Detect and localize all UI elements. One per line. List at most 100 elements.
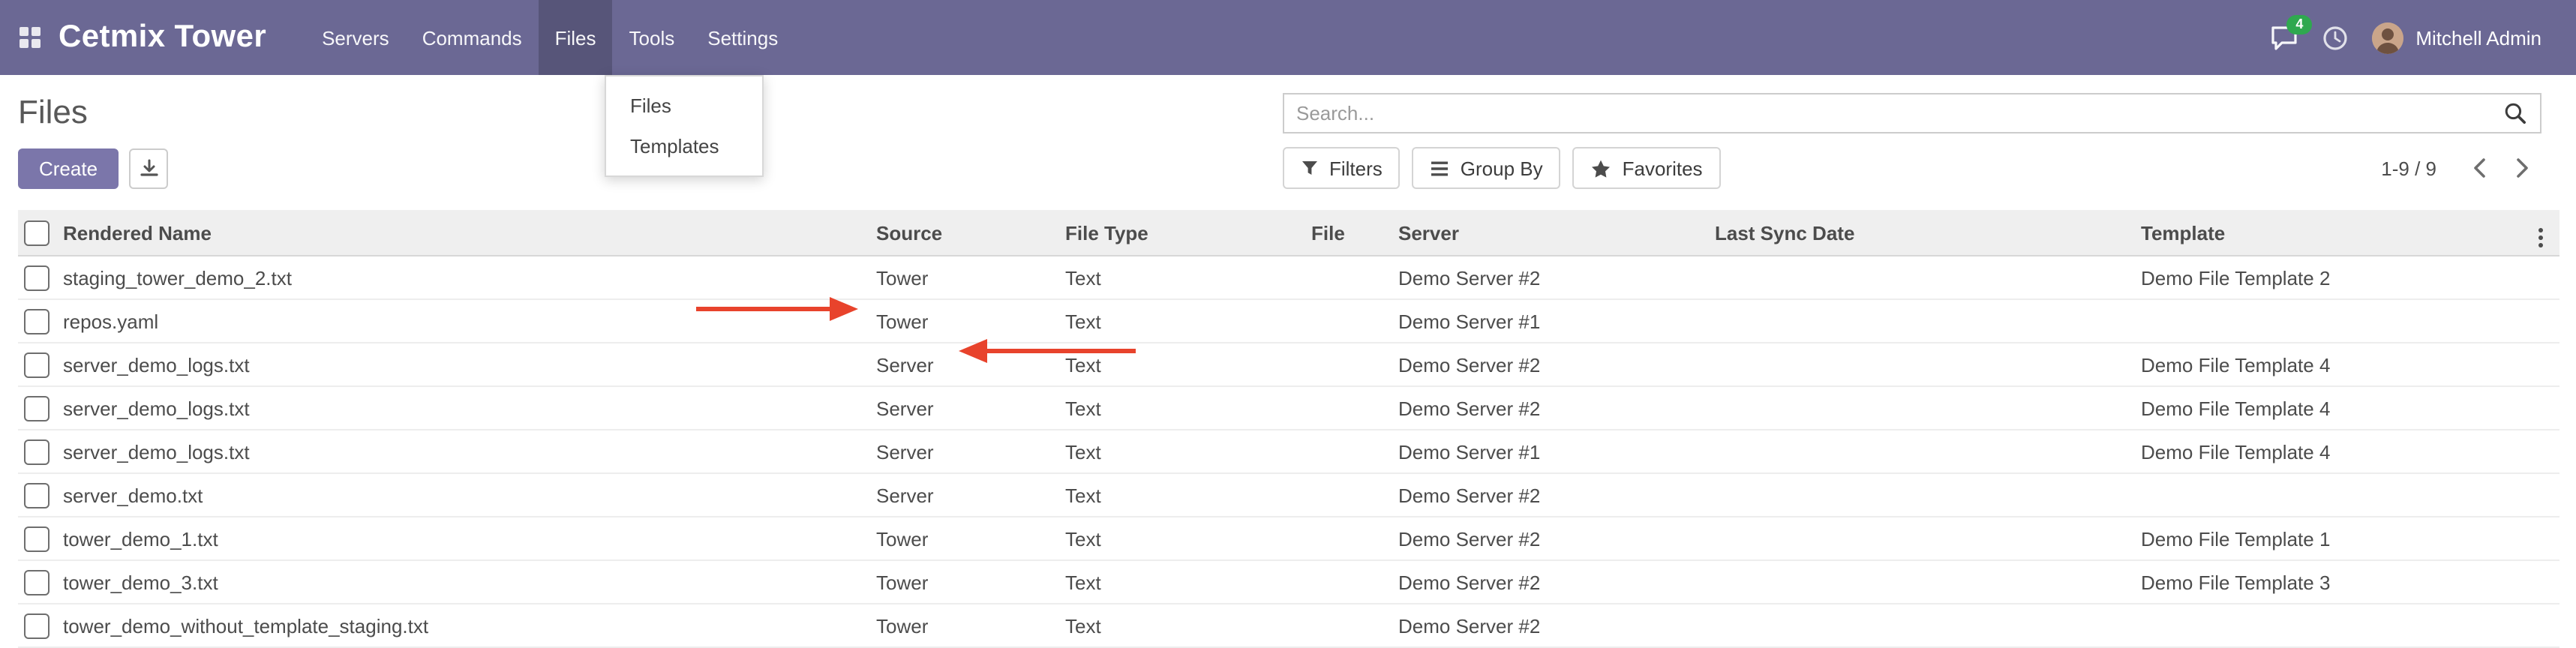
messages-menu-button[interactable]: 4 (2270, 25, 2298, 50)
menu-files[interactable]: Files (539, 0, 613, 75)
cell-server[interactable]: Demo Server #2 (1398, 604, 1715, 647)
search-submit-button[interactable] (2498, 101, 2540, 124)
row-checkbox[interactable] (24, 395, 50, 421)
cell-file[interactable] (1311, 430, 1398, 473)
cell-server[interactable]: Demo Server #2 (1398, 560, 1715, 604)
cell-template[interactable]: Demo File Template 3 (2141, 560, 2532, 604)
cell-template[interactable]: Demo File Template 4 (2141, 343, 2532, 386)
cell-rendered-name[interactable]: server_demo_logs.txt (63, 386, 876, 430)
cell-template[interactable]: Demo File Template 2 (2141, 256, 2532, 299)
cell-last-sync-date[interactable] (1715, 604, 2141, 647)
pager-previous-button[interactable] (2460, 152, 2498, 184)
menu-settings[interactable]: Settings (691, 0, 794, 75)
column-header-last-sync-date[interactable]: Last Sync Date (1715, 210, 2141, 256)
cell-last-sync-date[interactable] (1715, 517, 2141, 560)
row-checkbox[interactable] (24, 526, 50, 551)
row-checkbox[interactable] (24, 439, 50, 464)
activities-menu-button[interactable] (2322, 25, 2348, 50)
cell-server[interactable]: Demo Server #2 (1398, 343, 1715, 386)
column-header-rendered-name[interactable]: Rendered Name (63, 210, 876, 256)
table-row[interactable]: tower_demo_without_template_staging.txtT… (18, 604, 2559, 647)
cell-file-type[interactable]: Text (1065, 343, 1311, 386)
favorites-button[interactable]: Favorites (1573, 147, 1721, 189)
menu-servers[interactable]: Servers (305, 0, 406, 75)
optional-columns-icon[interactable] (2532, 225, 2549, 250)
table-row[interactable]: tower_demo_1.txtTowerTextDemo Server #2D… (18, 517, 2559, 560)
cell-server[interactable]: Demo Server #1 (1398, 430, 1715, 473)
cell-last-sync-date[interactable] (1715, 560, 2141, 604)
table-row[interactable]: tower_demo_3.txtTowerText Demo Server #2 D… (18, 560, 2559, 604)
cell-template[interactable] (2141, 473, 2532, 517)
cell-file[interactable] (1311, 517, 1398, 560)
cell-source[interactable]: Tower (876, 299, 1065, 343)
dropdown-item-templates[interactable]: Templates (606, 126, 762, 166)
cell-template[interactable] (2141, 299, 2532, 343)
cell-rendered-name[interactable]: tower_demo_without_template_staging.txt (63, 604, 876, 647)
cell-rendered-name[interactable]: server_demo_logs.txt (63, 343, 876, 386)
dropdown-item-files[interactable]: Files (606, 86, 762, 126)
select-all-checkbox[interactable] (24, 220, 50, 245)
cell-last-sync-date[interactable] (1715, 386, 2141, 430)
cell-template[interactable]: Demo File Template 4 (2141, 430, 2532, 473)
cell-template[interactable] (2141, 604, 2532, 647)
table-row[interactable]: server_demo.txtServerText Demo Server #2 (18, 473, 2559, 517)
create-button[interactable]: Create (18, 148, 119, 188)
row-checkbox[interactable] (24, 352, 50, 377)
table-row[interactable]: server_demo_logs.txtServerText Demo Serve… (18, 430, 2559, 473)
cell-source[interactable]: Server (876, 473, 1065, 517)
cell-source[interactable]: Tower (876, 604, 1065, 647)
menu-commands[interactable]: Commands (406, 0, 539, 75)
user-menu[interactable]: Mitchell Admin (2372, 22, 2541, 53)
column-header-file[interactable]: File (1311, 210, 1398, 256)
table-row[interactable]: server_demo_logs.txtServerText Demo Serve… (18, 343, 2559, 386)
import-button[interactable] (129, 148, 168, 188)
cell-rendered-name[interactable]: tower_demo_3.txt (63, 560, 876, 604)
cell-source[interactable]: Server (876, 430, 1065, 473)
cell-server[interactable]: Demo Server #2 (1398, 386, 1715, 430)
cell-file-type[interactable]: Text (1065, 560, 1311, 604)
table-row[interactable]: repos.yamlTowerText Demo Server #1 (18, 299, 2559, 343)
cell-last-sync-date[interactable] (1715, 343, 2141, 386)
cell-source[interactable]: Tower (876, 517, 1065, 560)
cell-last-sync-date[interactable] (1715, 299, 2141, 343)
row-checkbox[interactable] (24, 308, 50, 334)
column-header-source[interactable]: Source (876, 210, 1065, 256)
cell-file[interactable] (1311, 560, 1398, 604)
cell-rendered-name[interactable]: server_demo.txt (63, 473, 876, 517)
column-header-template[interactable]: Template (2141, 210, 2532, 256)
cell-server[interactable]: Demo Server #2 (1398, 473, 1715, 517)
column-header-server[interactable]: Server (1398, 210, 1715, 256)
cell-last-sync-date[interactable] (1715, 473, 2141, 517)
cell-file-type[interactable]: Text (1065, 430, 1311, 473)
row-checkbox[interactable] (24, 482, 50, 508)
menu-tools[interactable]: Tools (613, 0, 692, 75)
cell-rendered-name[interactable]: staging_tower_demo_2.txt (63, 256, 876, 299)
table-row[interactable]: staging_tower_demo_2.txtTowerTextDemo Se… (18, 256, 2559, 299)
cell-rendered-name[interactable]: server_demo_logs.txt (63, 430, 876, 473)
cell-file[interactable] (1311, 256, 1398, 299)
cell-file[interactable] (1311, 386, 1398, 430)
cell-file[interactable] (1311, 299, 1398, 343)
pager-next-button[interactable] (2504, 152, 2541, 184)
cell-file-type[interactable]: Text (1065, 386, 1311, 430)
cell-file-type[interactable]: Text (1065, 299, 1311, 343)
cell-file[interactable] (1311, 473, 1398, 517)
cell-source[interactable]: Server (876, 386, 1065, 430)
cell-source[interactable]: Tower (876, 256, 1065, 299)
cell-last-sync-date[interactable] (1715, 430, 2141, 473)
cell-rendered-name[interactable]: repos.yaml (63, 299, 876, 343)
cell-template[interactable]: Demo File Template 1 (2141, 517, 2532, 560)
table-row[interactable]: server_demo_logs.txtServerText Demo Serve… (18, 386, 2559, 430)
cell-source[interactable]: Server (876, 343, 1065, 386)
cell-template[interactable]: Demo File Template 4 (2141, 386, 2532, 430)
cell-server[interactable]: Demo Server #2 (1398, 517, 1715, 560)
cell-file-type[interactable]: Text (1065, 517, 1311, 560)
cell-file[interactable] (1311, 343, 1398, 386)
cell-server[interactable]: Demo Server #2 (1398, 256, 1715, 299)
apps-grid-icon[interactable] (20, 27, 41, 48)
cell-file[interactable] (1311, 604, 1398, 647)
cell-server[interactable]: Demo Server #1 (1398, 299, 1715, 343)
row-checkbox[interactable] (24, 265, 50, 290)
cell-source[interactable]: Tower (876, 560, 1065, 604)
cell-file-type[interactable]: Text (1065, 473, 1311, 517)
